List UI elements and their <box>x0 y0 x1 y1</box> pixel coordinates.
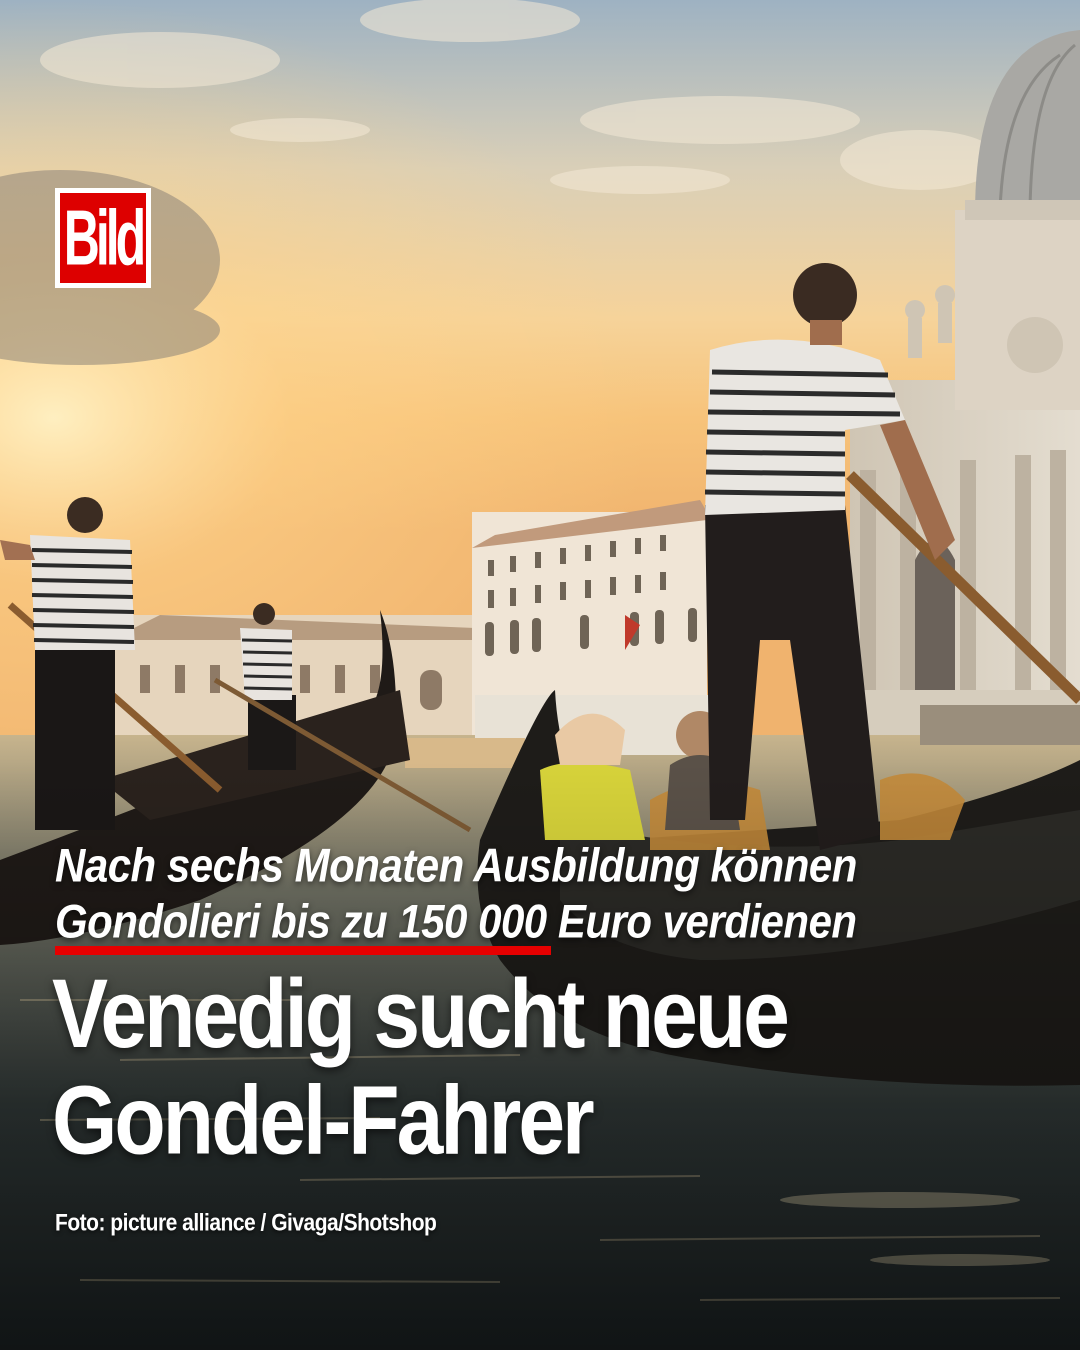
bild-logo: Bild <box>55 188 151 288</box>
headline-line-2: Gondel-Fahrer <box>52 1065 595 1175</box>
headline-line-1: Venedig sucht neue <box>52 958 790 1068</box>
kicker-line-1: Nach sechs Monaten Ausbildung können <box>55 839 857 892</box>
kicker-line-2: Gondolieri bis zu 150 000 Euro verdienen <box>55 895 857 948</box>
red-divider <box>55 946 551 955</box>
kicker-subheadline: Nach sechs Monaten Ausbildung können Gon… <box>55 838 1035 950</box>
headline: Venedig sucht neue Gondel-Fahrer <box>52 960 1052 1173</box>
bild-logo-text: Bild <box>63 194 146 282</box>
photo-credit: Foto: picture alliance / Givaga/Shotshop <box>55 1210 437 1237</box>
bild-logo-red-box: Bild <box>60 193 146 283</box>
